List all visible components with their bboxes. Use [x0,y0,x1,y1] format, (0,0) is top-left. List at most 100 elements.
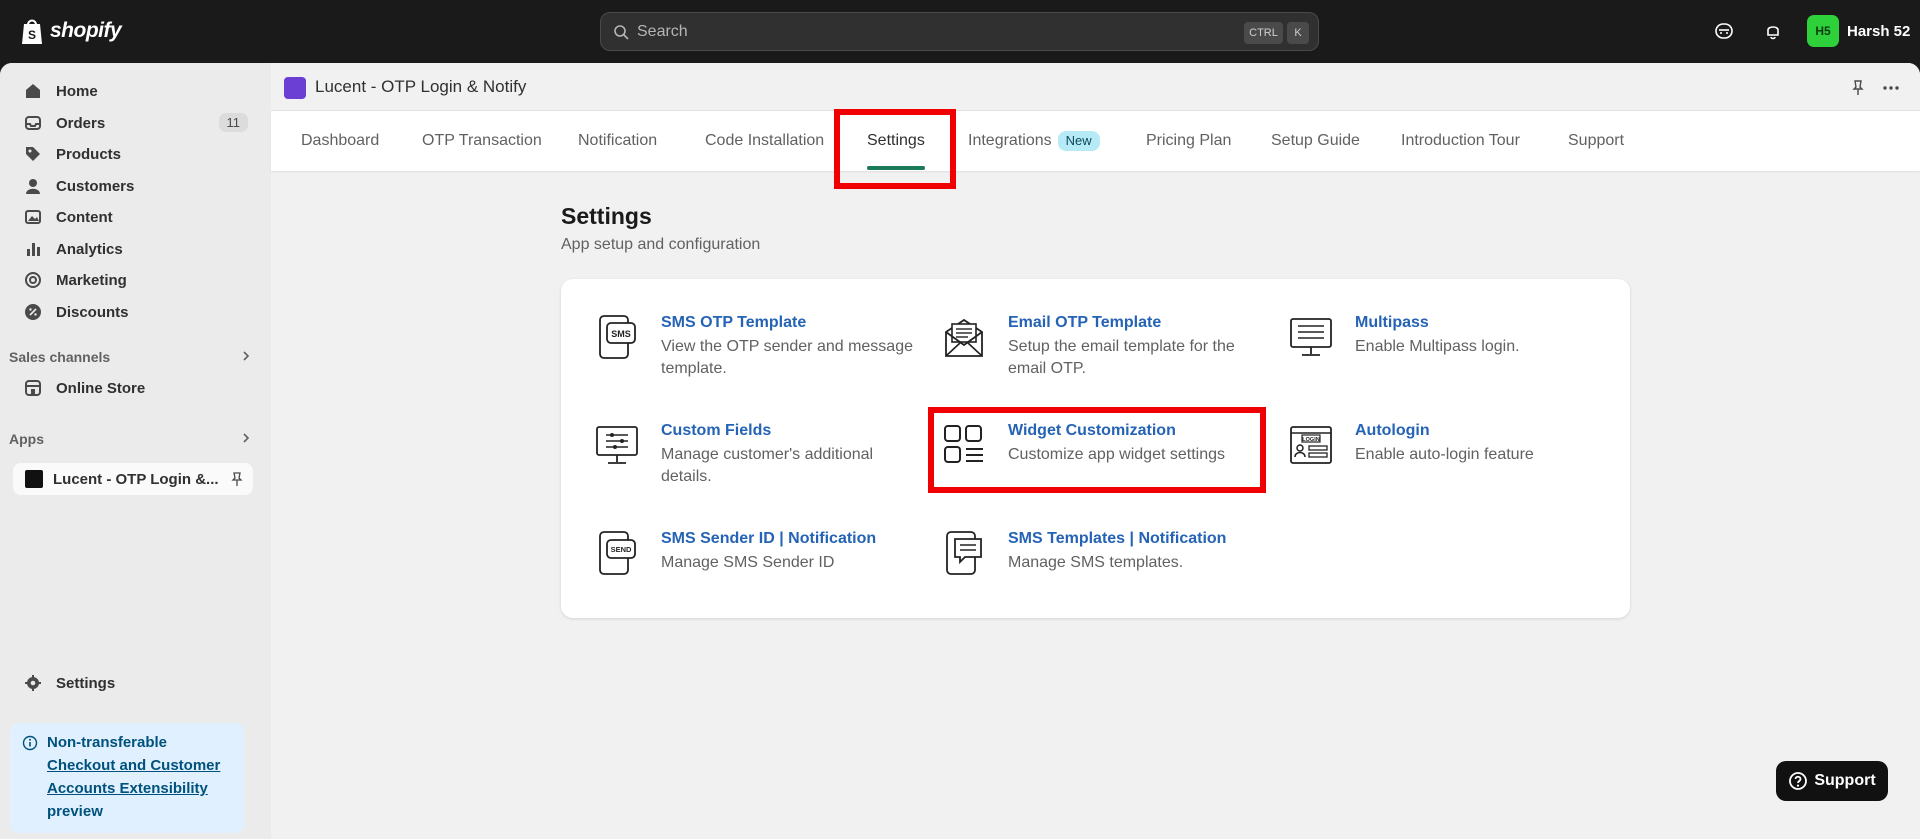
phone-message-icon [946,531,982,575]
tab-introduction-tour[interactable]: Introduction Tour [1401,111,1520,171]
tab-dashboard[interactable]: Dashboard [301,111,379,171]
setting-email-otp-template[interactable]: Email OTP Template Setup the email templ… [941,314,1261,377]
sidebar-item-label: Products [56,145,122,163]
tab-support[interactable]: Support [1568,111,1624,171]
sidebar-item-label: Discounts [56,303,129,321]
chart-icon [27,243,40,256]
app-tabs: Dashboard OTP Transaction Notification C… [271,111,1920,171]
bell-icon[interactable] [1763,21,1783,41]
setting-description: View the OTP sender and message template… [661,338,913,377]
login-window-icon: LOGIN [1290,426,1332,464]
sidebar-item-customers[interactable]: Customers [12,171,252,201]
app-icon [25,470,43,488]
setting-multipass[interactable]: Multipass Enable Multipass login. [1288,314,1608,374]
pin-icon[interactable] [1849,79,1867,97]
app-logo-icon [284,77,306,99]
extensibility-notice: Non-transferable Checkout and Customer A… [10,723,244,833]
setting-description: Manage customer's additional details. [661,446,874,485]
tab-integrations[interactable]: Integrations New [968,111,1100,171]
setting-description: Enable Multipass login. [1355,338,1520,355]
setting-title: SMS Templates | Notification [1008,530,1227,547]
notice-link[interactable]: Checkout and Customer Accounts Extensibi… [47,754,232,800]
sidebar-item-home[interactable]: Home [12,76,252,106]
sidebar-item-settings[interactable]: Settings [12,668,252,698]
search-input[interactable]: Search CTRL K [600,12,1319,51]
widget-customization-highlight [928,407,1266,493]
sidebar-item-discounts[interactable]: Discounts [12,297,252,327]
more-options-icon[interactable] [1882,79,1900,97]
apps-header[interactable]: Apps [9,431,253,447]
settings-tab-highlight [834,109,956,189]
tag-icon [26,147,40,161]
setting-custom-fields[interactable]: Custom Fields Manage customer's addition… [594,422,914,485]
tab-label: Integrations [968,132,1052,149]
new-badge: New [1057,130,1100,151]
target-icon [25,272,41,288]
sidebar-item-label: Orders [56,114,106,132]
setting-description: Setup the email template for the email O… [1008,338,1235,377]
setting-title: SMS OTP Template [661,314,807,331]
sidebar-item-label: Content [56,208,113,226]
tab-setup-guide[interactable]: Setup Guide [1271,111,1360,171]
sidebar-item-lucent-app[interactable]: Lucent - OTP Login &... [13,463,253,495]
sidebar-item-label: Settings [56,674,116,692]
discount-icon [25,304,41,320]
setting-sms-otp-template[interactable]: SMS SMS OTP Template View the OTP sender… [594,314,914,377]
home-icon [26,84,40,98]
sidebar-item-orders[interactable]: Orders 11 [12,108,252,138]
admin-frame: Home Orders 11 Products Customers Conten… [0,63,1920,839]
setting-description: Enable auto-login feature [1355,446,1534,463]
tab-otp-transaction[interactable]: OTP Transaction [422,111,542,171]
app-title: Lucent - OTP Login & Notify [315,77,527,96]
main-content: Lucent - OTP Login & Notify Dashboard OT… [271,63,1920,839]
sidebar-item-marketing[interactable]: Marketing [12,265,252,295]
chevron-right-icon [243,433,250,443]
svg-text:SEND: SEND [611,545,632,554]
support-button[interactable]: Support [1776,761,1888,801]
sidebar-item-label: Online Store [56,379,146,397]
support-label: Support [1814,772,1876,789]
apps-label: Apps [9,431,44,447]
setting-autologin[interactable]: LOGIN Autologin Enable auto-login featur… [1288,422,1608,482]
sidekick-icon[interactable] [1714,21,1734,41]
envelope-icon [945,318,983,357]
help-icon [1789,772,1808,790]
orders-count-badge: 11 [218,113,248,132]
sidebar-item-label: Home [56,82,98,100]
sidebar-item-analytics[interactable]: Analytics [12,234,252,264]
sidebar-item-label: Marketing [56,271,127,289]
content-icon [25,210,41,224]
sms-phone-icon: SMS [599,315,636,359]
page-title: Settings [561,203,652,229]
page-subtitle: App setup and configuration [561,236,761,253]
sidebar-item-online-store[interactable]: Online Store [12,373,252,403]
notice-suffix: preview [47,803,103,820]
monitor-list-icon [1290,318,1332,356]
svg-text:S: S [28,28,36,42]
sales-channels-header[interactable]: Sales channels [9,349,253,365]
setting-title: Multipass [1355,314,1429,331]
avatar: H5 [1807,15,1839,47]
svg-text:SMS: SMS [611,329,631,339]
sidebar-item-products[interactable]: Products [12,139,252,169]
setting-sms-templates[interactable]: SMS Templates | Notification Manage SMS … [941,530,1261,580]
sidebar-item-label: Customers [56,177,135,195]
gear-icon [25,675,41,691]
sidebar: Home Orders 11 Products Customers Conten… [0,63,270,839]
tab-pricing-plan[interactable]: Pricing Plan [1146,111,1231,171]
setting-title: Custom Fields [661,422,772,439]
send-phone-icon: SEND [599,531,636,575]
shortcut-k-key: K [1287,22,1309,44]
tab-notification[interactable]: Notification [578,111,657,171]
setting-description: Manage SMS Sender ID [661,554,835,571]
top-bar: S shopify Search CTRL K H5 Harsh 52 [0,0,1920,63]
tab-code-installation[interactable]: Code Installation [705,111,824,171]
sidebar-item-content[interactable]: Content [12,202,252,232]
shopify-logo[interactable]: S shopify [20,17,122,45]
user-menu[interactable]: H5 Harsh 52 [1807,15,1910,47]
monitor-sliders-icon [596,426,638,464]
setting-sms-sender-id[interactable]: SEND SMS Sender ID | Notification Manage… [594,530,914,580]
user-name: Harsh 52 [1847,22,1911,40]
pin-icon[interactable] [229,471,245,487]
shopify-bag-icon: S [22,19,42,44]
